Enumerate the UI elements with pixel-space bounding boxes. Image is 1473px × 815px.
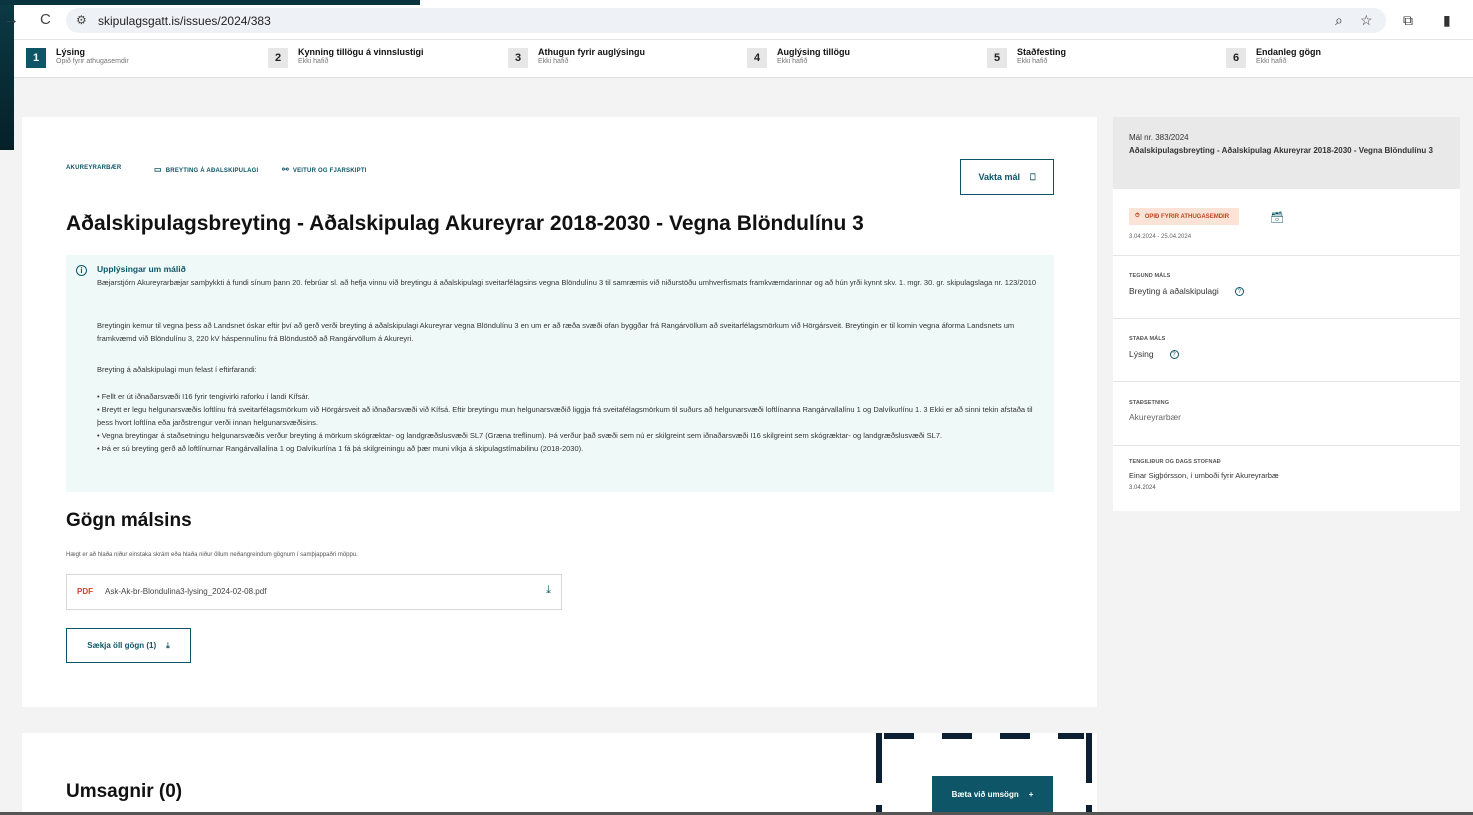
status-badge-label: OPIÐ FYRIR ATHUGASEMDIR xyxy=(1144,213,1230,220)
step-title: Staðfesting xyxy=(1017,47,1067,57)
info-title: Upplýsingar um málið xyxy=(97,264,186,274)
documents-hint: Hægt er að hlaða niður einstaka skrám eð… xyxy=(66,552,358,558)
file-type-label: PDF xyxy=(77,587,93,596)
divider xyxy=(1113,445,1460,446)
site-settings-icon[interactable]: ⚙ xyxy=(76,13,87,27)
download-icon: ⤓ xyxy=(166,640,170,650)
timer-icon: ⏱ xyxy=(1135,213,1140,219)
desktop-background-strip xyxy=(0,0,420,5)
add-comment-button[interactable]: Bæta við umsögn + xyxy=(932,776,1053,812)
case-sidebar: Mál nr. 383/2024 Aðalskipulagsbreyting -… xyxy=(1113,117,1460,511)
help-icon[interactable]: ? xyxy=(1234,287,1244,297)
download-icon[interactable]: ⤓ xyxy=(546,584,551,597)
add-comment-label: Bæta við umsögn xyxy=(951,789,1019,799)
comment-period: 3.04.2024 - 25.04.2024 xyxy=(1129,234,1192,240)
info-icon: i xyxy=(76,265,87,276)
step-title: Endanleg gögn xyxy=(1256,47,1321,57)
info-paragraph-3: Breyting á aðalskipulagi mun felast í ef… xyxy=(97,365,257,374)
case-type-text: Breyting á aðalskipulagi xyxy=(1129,286,1219,296)
tag-plan-type[interactable]: ▭ BREYTING Á AÐALSKIPULAGI xyxy=(154,165,258,174)
case-status-label: STAÐA MÁLS xyxy=(1129,336,1166,342)
location-value: Akureyrarbær xyxy=(1129,412,1181,422)
contact-label: TENGILIÐUR OG DAGS STOFNAÐ xyxy=(1129,459,1221,465)
divider xyxy=(1113,318,1460,319)
tag-category[interactable]: ⚯ VEITUR OG FJARSKIPTI xyxy=(282,165,367,174)
case-main-card: AKUREYRARBÆR ▭ BREYTING Á AÐALSKIPULAGI ⚯… xyxy=(22,117,1097,707)
case-title: Aðalskipulagsbreyting - Aðalskipulag Aku… xyxy=(1129,146,1433,155)
step-number: 6 xyxy=(1226,48,1246,68)
info-bullet-list: • Fellt er út iðnaðarsvæði I16 fyrir ten… xyxy=(97,392,1033,453)
extensions-icon[interactable]: ⧉ xyxy=(1403,12,1413,29)
zoom-icon[interactable]: ⌕ xyxy=(1335,12,1343,29)
step-title: Kynning tillögu á vinnslustigi xyxy=(298,47,424,57)
created-date: 3.04.2024 xyxy=(1129,485,1156,491)
reload-icon[interactable]: C xyxy=(40,11,51,28)
location-label: STAÐSETNING xyxy=(1129,400,1170,406)
document-file-row[interactable]: PDF Ask-Ak-br-Blondulina3-lysing_2024-02… xyxy=(66,574,562,610)
contact-value: Einar Sigþórsson, í umboði fyrir Akureyr… xyxy=(1129,471,1279,480)
highlight-dash xyxy=(1000,733,1030,739)
status-badge: ⏱ OPIÐ FYRIR ATHUGASEMDIR xyxy=(1129,208,1240,225)
bookmark-icon: ⎕ xyxy=(1030,171,1036,182)
comments-heading: Umsagnir (0) xyxy=(66,781,183,802)
highlight-dash xyxy=(876,733,882,783)
step-status: Ekki hafið xyxy=(538,58,569,65)
comments-card: Umsagnir (0) Bæta við umsögn + xyxy=(22,733,1097,815)
step-title: Athugun fyrir auglýsingu xyxy=(538,47,645,57)
tag-label: BREYTING Á AÐALSKIPULAGI xyxy=(165,168,259,174)
side-panel-icon[interactable]: ▮ xyxy=(1443,12,1451,29)
bookmark-star-icon[interactable]: ☆ xyxy=(1360,12,1373,29)
step-status: Ekki hafið xyxy=(1256,58,1287,65)
network-icon: ⚯ xyxy=(282,165,289,174)
case-summary: Mál nr. 383/2024 Aðalskipulagsbreyting -… xyxy=(1113,117,1460,189)
document-icon: ▭ xyxy=(154,165,162,174)
case-status-value: Lýsing? xyxy=(1129,349,1179,360)
case-status-text: Lýsing xyxy=(1129,349,1154,359)
step-title: Auglýsing tillögu xyxy=(777,47,850,57)
step-number: 2 xyxy=(268,48,288,68)
archive-icon[interactable]: 🗃 xyxy=(1270,211,1284,224)
tag-municipality[interactable]: AKUREYRARBÆR xyxy=(66,165,121,171)
url-text[interactable]: skipulagsgatt.is/issues/2024/383 xyxy=(98,14,271,28)
process-steps: 1 Lýsing Opið fyrir athugasemdir 2 Kynni… xyxy=(14,40,1473,78)
divider xyxy=(1113,255,1460,256)
step-number: 3 xyxy=(508,48,528,68)
page-title: Aðalskipulagsbreyting - Aðalskipulag Aku… xyxy=(66,212,864,235)
step-title: Lýsing xyxy=(56,47,86,57)
highlight-dash xyxy=(1086,733,1092,783)
help-icon[interactable]: ? xyxy=(1169,350,1179,360)
step-number: 5 xyxy=(987,48,1007,68)
tag-label: VEITUR OG FJARSKIPTI xyxy=(292,168,367,174)
watch-case-label: Vakta mál xyxy=(978,172,1021,182)
case-number: Mál nr. 383/2024 xyxy=(1129,133,1189,142)
plus-icon: + xyxy=(1028,789,1034,799)
highlight-dash xyxy=(884,733,914,739)
info-paragraph-1: Bæjarstjórn Akureyrarbæjar samþykkti á f… xyxy=(97,278,1037,287)
case-type-label: TEGUND MÁLS xyxy=(1129,273,1171,279)
download-all-label: Sækja öll gögn (1) xyxy=(87,641,157,650)
watch-case-button[interactable]: Vakta mál ⎕ xyxy=(960,159,1054,195)
documents-heading: Gögn málsins xyxy=(66,510,192,531)
divider xyxy=(1113,381,1460,382)
back-arrow-icon[interactable]: → xyxy=(4,11,19,28)
case-type-value: Breyting á aðalskipulagi? xyxy=(1129,286,1244,297)
highlight-dash xyxy=(1058,733,1084,739)
step-number: 4 xyxy=(747,48,767,68)
info-paragraph-2: Breytingin kemur til vegna þess að Lands… xyxy=(97,321,1015,343)
highlight-dash xyxy=(942,733,972,739)
step-status: Ekki hafið xyxy=(1017,58,1048,65)
step-status: Ekki hafið xyxy=(777,58,808,65)
download-all-button[interactable]: Sækja öll gögn (1) ⤓ xyxy=(66,628,191,663)
case-info-box: i Upplýsingar um málið Bæjarstjórn Akure… xyxy=(66,255,1054,492)
step-status: Opið fyrir athugasemdir xyxy=(56,58,129,65)
file-name[interactable]: Ask-Ak-br-Blondulina3-lysing_2024-02-08.… xyxy=(105,587,266,596)
step-status: Ekki hafið xyxy=(298,58,329,65)
step-number: 1 xyxy=(26,48,46,68)
